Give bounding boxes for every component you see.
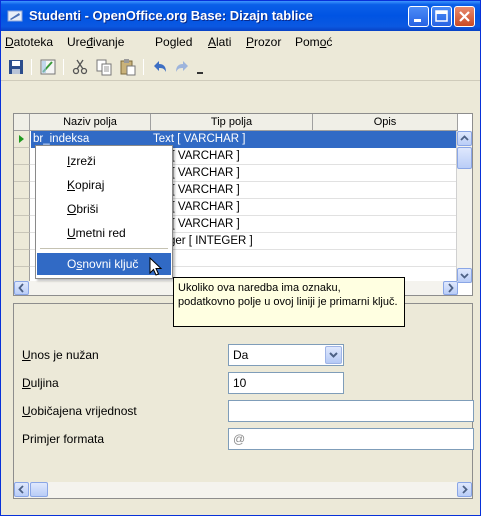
chevron-up-icon bbox=[460, 135, 469, 141]
row-header[interactable] bbox=[14, 131, 30, 148]
scroll-left-button[interactable] bbox=[14, 281, 29, 295]
required-dropdown[interactable]: Da bbox=[228, 344, 344, 366]
field-type-cell[interactable]: ext [ VARCHAR ] bbox=[151, 182, 313, 199]
scroll-right-button[interactable] bbox=[457, 482, 472, 497]
row-header[interactable] bbox=[14, 148, 30, 165]
window-title: Studenti - OpenOffice.org Base: Dizajn t… bbox=[29, 8, 313, 23]
tooltip: Ukoliko ova naredba ima oznaku, podatkov… bbox=[173, 277, 405, 327]
format-example-label: Primjer formata bbox=[22, 432, 105, 446]
required-value: Da bbox=[233, 348, 249, 362]
field-type-cell[interactable]: ext [ VARCHAR ] bbox=[151, 148, 313, 165]
copy-icon[interactable] bbox=[95, 58, 113, 76]
field-properties-panel: Unos je nužan Da Duljina 10 Uobičajena v… bbox=[13, 303, 474, 499]
chevron-down-icon bbox=[329, 352, 338, 358]
chevron-right-icon bbox=[462, 485, 468, 494]
row-header[interactable] bbox=[14, 182, 30, 199]
row-header[interactable] bbox=[14, 216, 30, 233]
toolbar bbox=[1, 53, 480, 81]
save-icon[interactable] bbox=[7, 58, 25, 76]
column-header-field-type[interactable]: Tip polja bbox=[151, 114, 313, 131]
chevron-left-icon bbox=[18, 283, 24, 293]
app-window: Studenti - OpenOffice.org Base: Dizajn t… bbox=[0, 0, 481, 516]
scroll-down-button[interactable] bbox=[457, 268, 472, 283]
chevron-left-icon bbox=[18, 485, 24, 494]
length-label: Duljina bbox=[22, 376, 59, 390]
openoffice-app-icon[interactable] bbox=[7, 8, 23, 24]
close-icon bbox=[459, 11, 470, 22]
table-design-icon[interactable] bbox=[39, 58, 57, 76]
scroll-thumb[interactable] bbox=[457, 147, 472, 169]
default-value-label: Uobičajena vrijednost bbox=[22, 404, 137, 418]
column-header-field-name[interactable]: Naziv polja bbox=[30, 114, 151, 131]
toolbar-separator bbox=[31, 59, 32, 75]
toolbar-separator bbox=[63, 59, 64, 75]
menu-prozor[interactable]: Prozor bbox=[246, 35, 281, 49]
close-button[interactable] bbox=[454, 6, 475, 27]
field-type-cell[interactable]: nteger [ INTEGER ] bbox=[151, 233, 313, 250]
menu-pogled[interactable]: Pogled bbox=[155, 35, 192, 49]
menu-alati[interactable]: Alati bbox=[208, 35, 231, 49]
menu-item-copy[interactable]: Kopiraj bbox=[37, 174, 171, 196]
chevron-right-icon bbox=[448, 283, 454, 293]
minimize-icon bbox=[414, 19, 421, 22]
field-type-cell[interactable]: ext [ VARCHAR ] bbox=[151, 199, 313, 216]
maximize-button[interactable] bbox=[431, 6, 452, 27]
scroll-left-button[interactable] bbox=[14, 482, 29, 497]
menu-item-cut[interactable]: Izreži bbox=[37, 150, 171, 172]
default-value-field[interactable] bbox=[228, 400, 474, 422]
menu-datoteka[interactable]: Datoteka bbox=[5, 35, 53, 49]
row-header[interactable] bbox=[14, 199, 30, 216]
menu-uredivanje[interactable]: Uređivanje bbox=[67, 35, 124, 49]
menu-separator bbox=[40, 248, 168, 249]
scroll-right-button[interactable] bbox=[443, 281, 458, 295]
menu-item-insert-row[interactable]: Umetni red bbox=[37, 222, 171, 244]
toolbar-overflow-icon[interactable] bbox=[195, 58, 205, 76]
menu-item-delete[interactable]: Obriši bbox=[37, 198, 171, 220]
field-type-cell[interactable]: ext [ VARCHAR ] bbox=[151, 216, 313, 233]
row-header-corner bbox=[14, 114, 30, 131]
menu-pomoc[interactable]: Pomoć bbox=[295, 35, 332, 49]
format-example-field[interactable]: @ bbox=[228, 428, 474, 450]
grid-vertical-scrollbar[interactable] bbox=[456, 131, 472, 283]
minimize-button[interactable] bbox=[408, 6, 429, 27]
current-row-arrow-icon bbox=[19, 135, 24, 143]
redo-icon[interactable] bbox=[173, 58, 191, 76]
properties-horizontal-scrollbar[interactable] bbox=[14, 482, 472, 498]
undo-icon[interactable] bbox=[151, 58, 169, 76]
field-type-cell[interactable]: Text [ VARCHAR ] bbox=[151, 131, 313, 148]
toolbar-separator bbox=[143, 59, 144, 75]
menu-bar: Datoteka Uređivanje Pogled Alati Prozor … bbox=[1, 31, 480, 53]
column-header-description[interactable]: Opis bbox=[313, 114, 458, 131]
dropdown-button[interactable] bbox=[325, 346, 342, 364]
scroll-thumb[interactable] bbox=[30, 482, 48, 497]
scroll-up-button[interactable] bbox=[457, 131, 472, 146]
title-bar[interactable]: Studenti - OpenOffice.org Base: Dizajn t… bbox=[1, 1, 480, 31]
row-header[interactable] bbox=[14, 250, 30, 267]
cut-icon[interactable] bbox=[71, 58, 89, 76]
paste-icon[interactable] bbox=[119, 58, 137, 76]
length-field[interactable]: 10 bbox=[228, 372, 344, 394]
maximize-icon bbox=[435, 10, 448, 22]
field-type-cell[interactable]: ext [ VARCHAR ] bbox=[151, 165, 313, 182]
row-header[interactable] bbox=[14, 233, 30, 250]
required-label: Unos je nužan bbox=[22, 348, 99, 362]
chevron-down-icon bbox=[460, 273, 469, 279]
row-header[interactable] bbox=[14, 165, 30, 182]
mouse-cursor-icon bbox=[149, 257, 163, 276]
